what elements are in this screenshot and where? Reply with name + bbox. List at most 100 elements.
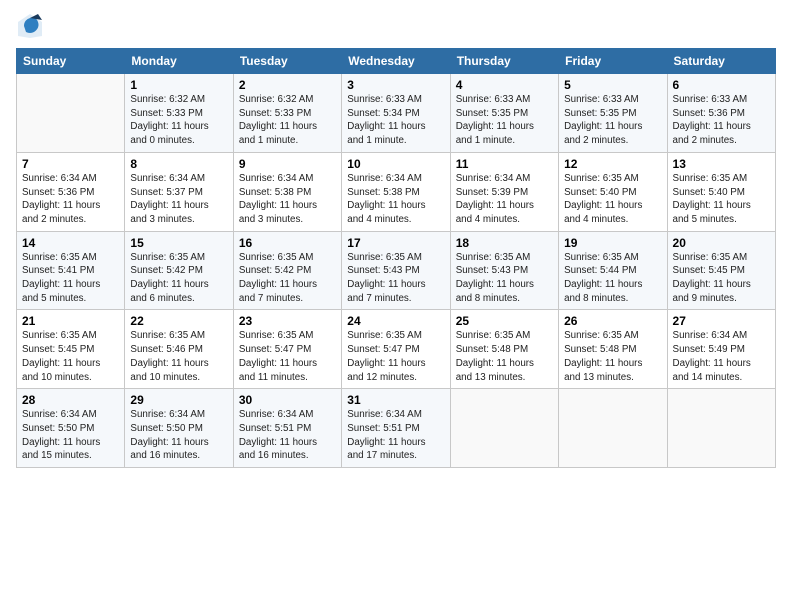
header-wednesday: Wednesday <box>342 49 450 74</box>
day-number: 14 <box>22 236 119 250</box>
cell-w0-d4: 4Sunrise: 6:33 AMSunset: 5:35 PMDaylight… <box>450 74 558 153</box>
cell-w2-d1: 15Sunrise: 6:35 AMSunset: 5:42 PMDayligh… <box>125 231 233 310</box>
day-number: 4 <box>456 78 553 92</box>
day-number: 23 <box>239 314 336 328</box>
cell-w4-d0: 28Sunrise: 6:34 AMSunset: 5:50 PMDayligh… <box>17 389 125 468</box>
day-info: Sunrise: 6:34 AMSunset: 5:38 PMDaylight:… <box>347 172 444 227</box>
header-friday: Friday <box>559 49 667 74</box>
day-info: Sunrise: 6:35 AMSunset: 5:48 PMDaylight:… <box>456 329 553 384</box>
day-info: Sunrise: 6:35 AMSunset: 5:40 PMDaylight:… <box>673 172 770 227</box>
cell-w1-d5: 12Sunrise: 6:35 AMSunset: 5:40 PMDayligh… <box>559 152 667 231</box>
day-info: Sunrise: 6:34 AMSunset: 5:50 PMDaylight:… <box>22 408 119 463</box>
day-info: Sunrise: 6:32 AMSunset: 5:33 PMDaylight:… <box>239 93 336 148</box>
day-info: Sunrise: 6:33 AMSunset: 5:34 PMDaylight:… <box>347 93 444 148</box>
day-info: Sunrise: 6:35 AMSunset: 5:40 PMDaylight:… <box>564 172 661 227</box>
day-number: 27 <box>673 314 770 328</box>
day-number: 26 <box>564 314 661 328</box>
cell-w2-d2: 16Sunrise: 6:35 AMSunset: 5:42 PMDayligh… <box>233 231 341 310</box>
cell-w0-d6: 6Sunrise: 6:33 AMSunset: 5:36 PMDaylight… <box>667 74 775 153</box>
cell-w3-d3: 24Sunrise: 6:35 AMSunset: 5:47 PMDayligh… <box>342 310 450 389</box>
day-number: 29 <box>130 393 227 407</box>
day-number: 12 <box>564 157 661 171</box>
day-number: 6 <box>673 78 770 92</box>
cell-w2-d4: 18Sunrise: 6:35 AMSunset: 5:43 PMDayligh… <box>450 231 558 310</box>
cell-w4-d2: 30Sunrise: 6:34 AMSunset: 5:51 PMDayligh… <box>233 389 341 468</box>
week-row-4: 28Sunrise: 6:34 AMSunset: 5:50 PMDayligh… <box>17 389 776 468</box>
day-number: 19 <box>564 236 661 250</box>
day-number: 11 <box>456 157 553 171</box>
day-info: Sunrise: 6:34 AMSunset: 5:36 PMDaylight:… <box>22 172 119 227</box>
day-number: 10 <box>347 157 444 171</box>
day-info: Sunrise: 6:34 AMSunset: 5:49 PMDaylight:… <box>673 329 770 384</box>
day-number: 15 <box>130 236 227 250</box>
week-row-0: 1Sunrise: 6:32 AMSunset: 5:33 PMDaylight… <box>17 74 776 153</box>
cell-w4-d4 <box>450 389 558 468</box>
day-number: 31 <box>347 393 444 407</box>
header-thursday: Thursday <box>450 49 558 74</box>
cell-w3-d6: 27Sunrise: 6:34 AMSunset: 5:49 PMDayligh… <box>667 310 775 389</box>
week-row-3: 21Sunrise: 6:35 AMSunset: 5:45 PMDayligh… <box>17 310 776 389</box>
day-info: Sunrise: 6:35 AMSunset: 5:42 PMDaylight:… <box>239 251 336 306</box>
week-row-1: 7Sunrise: 6:34 AMSunset: 5:36 PMDaylight… <box>17 152 776 231</box>
day-number: 16 <box>239 236 336 250</box>
header-tuesday: Tuesday <box>233 49 341 74</box>
cell-w1-d3: 10Sunrise: 6:34 AMSunset: 5:38 PMDayligh… <box>342 152 450 231</box>
day-info: Sunrise: 6:32 AMSunset: 5:33 PMDaylight:… <box>130 93 227 148</box>
day-number: 1 <box>130 78 227 92</box>
page-container: SundayMondayTuesdayWednesdayThursdayFrid… <box>0 0 792 476</box>
cell-w4-d6 <box>667 389 775 468</box>
cell-w2-d0: 14Sunrise: 6:35 AMSunset: 5:41 PMDayligh… <box>17 231 125 310</box>
cell-w1-d6: 13Sunrise: 6:35 AMSunset: 5:40 PMDayligh… <box>667 152 775 231</box>
day-number: 24 <box>347 314 444 328</box>
cell-w0-d5: 5Sunrise: 6:33 AMSunset: 5:35 PMDaylight… <box>559 74 667 153</box>
day-info: Sunrise: 6:34 AMSunset: 5:37 PMDaylight:… <box>130 172 227 227</box>
day-info: Sunrise: 6:35 AMSunset: 5:45 PMDaylight:… <box>22 329 119 384</box>
calendar-table: SundayMondayTuesdayWednesdayThursdayFrid… <box>16 48 776 468</box>
cell-w0-d2: 2Sunrise: 6:32 AMSunset: 5:33 PMDaylight… <box>233 74 341 153</box>
day-info: Sunrise: 6:35 AMSunset: 5:47 PMDaylight:… <box>347 329 444 384</box>
day-number: 7 <box>22 157 119 171</box>
day-info: Sunrise: 6:34 AMSunset: 5:50 PMDaylight:… <box>130 408 227 463</box>
day-number: 5 <box>564 78 661 92</box>
day-info: Sunrise: 6:35 AMSunset: 5:48 PMDaylight:… <box>564 329 661 384</box>
day-info: Sunrise: 6:33 AMSunset: 5:36 PMDaylight:… <box>673 93 770 148</box>
cell-w3-d1: 22Sunrise: 6:35 AMSunset: 5:46 PMDayligh… <box>125 310 233 389</box>
cell-w3-d2: 23Sunrise: 6:35 AMSunset: 5:47 PMDayligh… <box>233 310 341 389</box>
day-number: 9 <box>239 157 336 171</box>
day-info: Sunrise: 6:35 AMSunset: 5:41 PMDaylight:… <box>22 251 119 306</box>
day-number: 3 <box>347 78 444 92</box>
day-number: 8 <box>130 157 227 171</box>
cell-w3-d5: 26Sunrise: 6:35 AMSunset: 5:48 PMDayligh… <box>559 310 667 389</box>
day-number: 22 <box>130 314 227 328</box>
cell-w1-d4: 11Sunrise: 6:34 AMSunset: 5:39 PMDayligh… <box>450 152 558 231</box>
cell-w3-d4: 25Sunrise: 6:35 AMSunset: 5:48 PMDayligh… <box>450 310 558 389</box>
day-number: 18 <box>456 236 553 250</box>
header <box>16 12 776 40</box>
logo-icon <box>16 12 44 40</box>
day-info: Sunrise: 6:35 AMSunset: 5:47 PMDaylight:… <box>239 329 336 384</box>
cell-w3-d0: 21Sunrise: 6:35 AMSunset: 5:45 PMDayligh… <box>17 310 125 389</box>
day-info: Sunrise: 6:35 AMSunset: 5:43 PMDaylight:… <box>456 251 553 306</box>
cell-w2-d6: 20Sunrise: 6:35 AMSunset: 5:45 PMDayligh… <box>667 231 775 310</box>
day-number: 30 <box>239 393 336 407</box>
day-number: 28 <box>22 393 119 407</box>
day-number: 20 <box>673 236 770 250</box>
week-row-2: 14Sunrise: 6:35 AMSunset: 5:41 PMDayligh… <box>17 231 776 310</box>
day-info: Sunrise: 6:33 AMSunset: 5:35 PMDaylight:… <box>564 93 661 148</box>
header-sunday: Sunday <box>17 49 125 74</box>
day-number: 2 <box>239 78 336 92</box>
day-info: Sunrise: 6:35 AMSunset: 5:46 PMDaylight:… <box>130 329 227 384</box>
day-info: Sunrise: 6:34 AMSunset: 5:51 PMDaylight:… <box>239 408 336 463</box>
day-info: Sunrise: 6:35 AMSunset: 5:45 PMDaylight:… <box>673 251 770 306</box>
cell-w1-d0: 7Sunrise: 6:34 AMSunset: 5:36 PMDaylight… <box>17 152 125 231</box>
cell-w0-d3: 3Sunrise: 6:33 AMSunset: 5:34 PMDaylight… <box>342 74 450 153</box>
day-info: Sunrise: 6:35 AMSunset: 5:43 PMDaylight:… <box>347 251 444 306</box>
cell-w2-d3: 17Sunrise: 6:35 AMSunset: 5:43 PMDayligh… <box>342 231 450 310</box>
header-monday: Monday <box>125 49 233 74</box>
header-row: SundayMondayTuesdayWednesdayThursdayFrid… <box>17 49 776 74</box>
day-info: Sunrise: 6:34 AMSunset: 5:51 PMDaylight:… <box>347 408 444 463</box>
day-info: Sunrise: 6:33 AMSunset: 5:35 PMDaylight:… <box>456 93 553 148</box>
header-saturday: Saturday <box>667 49 775 74</box>
cell-w1-d1: 8Sunrise: 6:34 AMSunset: 5:37 PMDaylight… <box>125 152 233 231</box>
cell-w2-d5: 19Sunrise: 6:35 AMSunset: 5:44 PMDayligh… <box>559 231 667 310</box>
